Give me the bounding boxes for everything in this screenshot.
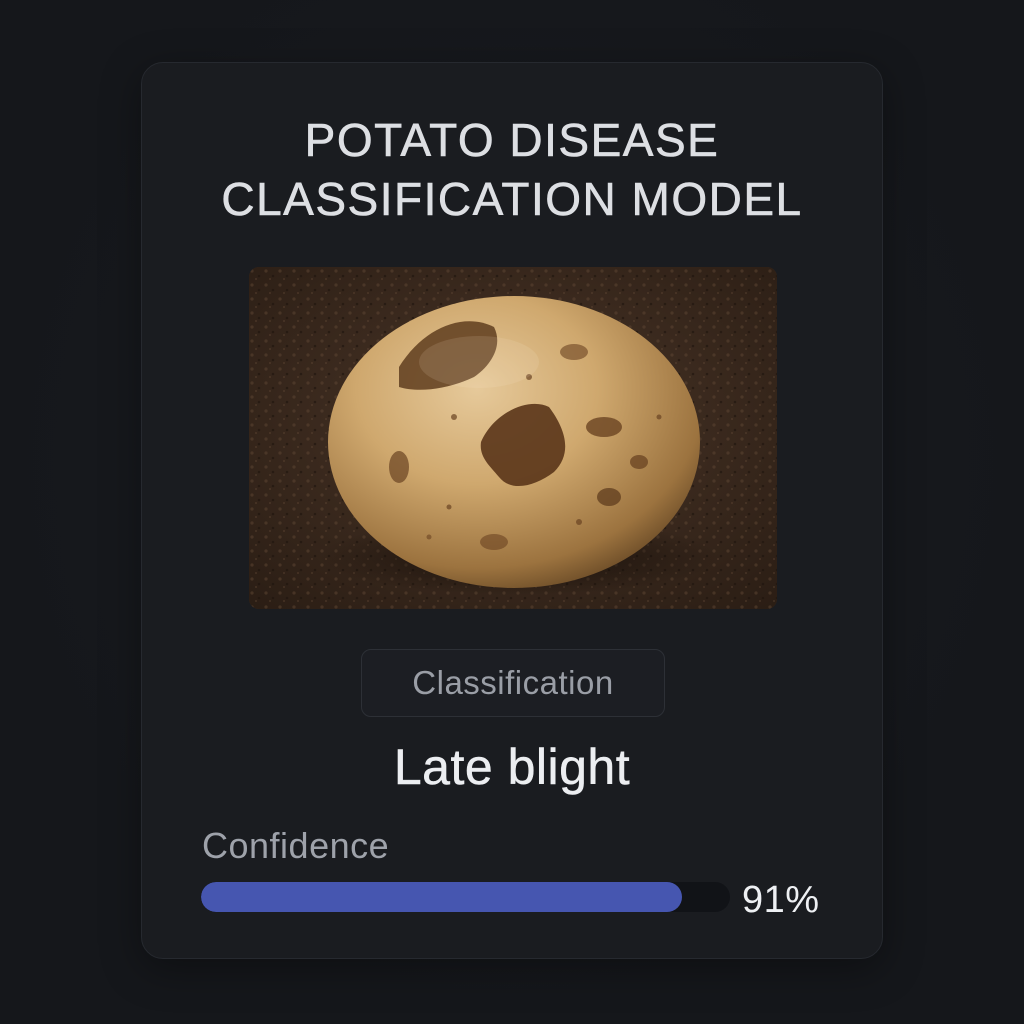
confidence-label: Confidence	[202, 825, 390, 866]
model-title: POTATO DISEASE CLASSIFICATION MODEL	[142, 111, 882, 229]
confidence-value: 91%	[742, 879, 820, 921]
classification-label-badge: Classification	[361, 649, 665, 717]
potato-photo-illustration	[249, 267, 777, 609]
confidence-bar-fill	[201, 882, 683, 912]
classification-result: Late blight	[393, 739, 631, 796]
confidence-bar	[201, 882, 730, 912]
classification-card: POTATO DISEASE CLASSIFICATION MODEL Clas…	[141, 62, 883, 959]
page: POTATO DISEASE CLASSIFICATION MODEL Clas…	[0, 0, 1024, 1024]
title-line-1: POTATO DISEASE	[304, 114, 720, 167]
title-line-2: CLASSIFICATION MODEL	[221, 173, 803, 226]
potato-image	[249, 267, 777, 609]
